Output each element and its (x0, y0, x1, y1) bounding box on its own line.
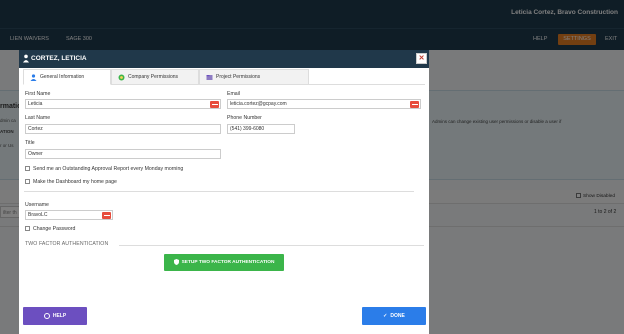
dashboard-checkbox-row[interactable]: Make the Dashboard my home page (25, 179, 117, 185)
shield-icon (173, 258, 179, 265)
report-checkbox-row[interactable]: Send me an Outstanding Approval Report e… (25, 166, 183, 172)
tab-general-information[interactable]: General Information (23, 69, 111, 85)
folder-icon (206, 75, 213, 80)
last-name-value: Cortez (28, 126, 43, 132)
change-password-row[interactable]: Change Password (25, 226, 75, 232)
title-label: Title (25, 140, 35, 146)
modal-tabs: General Information Company Permissions … (23, 69, 425, 85)
phone-label: Phone Number (227, 115, 262, 121)
username-field[interactable]: BravoLC (25, 210, 113, 220)
dashboard-checkbox[interactable] (25, 179, 30, 185)
person-icon (30, 74, 37, 81)
email-label: Email (227, 91, 240, 97)
tab-project-permissions[interactable]: Project Permissions (199, 69, 309, 85)
email-value: leticia.cortez@gcpay.com (230, 101, 287, 107)
report-checkbox[interactable] (25, 166, 30, 172)
two-factor-heading: TWO FACTOR AUTHENTICATION (25, 241, 109, 247)
title-field[interactable]: Owner (25, 149, 221, 159)
edit-user-modal: CORTEZ, LETICIA ✕ General Information Co… (19, 50, 429, 334)
required-icon (410, 101, 419, 108)
report-checkbox-label: Send me an Outstanding Approval Report e… (33, 166, 184, 172)
user-icon (23, 54, 29, 63)
done-button-label: DONE (390, 313, 405, 319)
setup-two-factor-button[interactable]: SETUP TWO FACTOR AUTHENTICATION (164, 254, 284, 271)
modal-title: CORTEZ, LETICIA (31, 55, 87, 62)
phone-value: (541) 399-6080 (230, 126, 265, 132)
required-icon (210, 101, 219, 108)
username-label: Username (25, 202, 49, 208)
first-name-label: First Name (25, 91, 51, 97)
tab-label: Company Permissions (128, 74, 179, 80)
help-button[interactable]: HELP (23, 307, 87, 325)
last-name-label: Last Name (25, 115, 51, 121)
required-icon (102, 212, 111, 219)
dashboard-checkbox-label: Make the Dashboard my home page (33, 179, 117, 185)
first-name-value: Leticia (28, 101, 43, 107)
phone-field[interactable]: (541) 399-6080 (227, 124, 295, 134)
first-name-field[interactable]: Leticia (25, 99, 221, 109)
username-value: BravoLC (28, 212, 48, 218)
globe-icon (118, 74, 125, 81)
setup-two-factor-label: SETUP TWO FACTOR AUTHENTICATION (181, 260, 275, 265)
last-name-field[interactable]: Cortez (25, 124, 221, 134)
modal-header: CORTEZ, LETICIA ✕ (19, 50, 429, 68)
help-circle-icon (43, 312, 50, 319)
tab-company-permissions[interactable]: Company Permissions (111, 69, 199, 85)
close-button[interactable]: ✕ (416, 53, 427, 64)
change-password-label: Change Password (33, 226, 76, 232)
tab-label: Project Permissions (216, 74, 261, 80)
email-field[interactable]: leticia.cortez@gcpay.com (227, 99, 421, 109)
check-icon: ✓ (383, 313, 388, 319)
help-button-label: HELP (52, 313, 67, 319)
done-button[interactable]: ✓ DONE (362, 307, 426, 325)
tab-label: General Information (40, 74, 85, 80)
section-divider (24, 191, 414, 192)
change-password-checkbox[interactable] (25, 226, 30, 232)
title-value: Owner (28, 151, 43, 157)
two-factor-divider (119, 245, 424, 246)
